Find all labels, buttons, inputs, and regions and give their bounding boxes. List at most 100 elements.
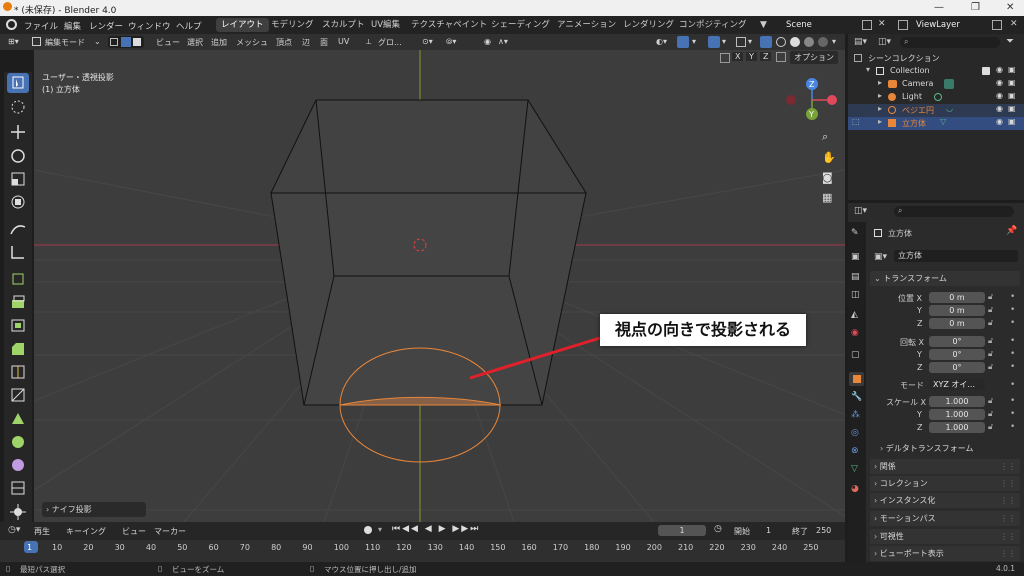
menu-vertex[interactable]: 頂点 (276, 37, 292, 48)
tool-annotate[interactable] (7, 219, 29, 239)
outliner-item-bezier-circle[interactable]: ▸ ベジエ円 ◡ ◉ ▣ (848, 104, 1024, 117)
drag-handle-icon[interactable]: ⋮⋮ (1000, 493, 1016, 508)
delete-scene-icon[interactable]: ✕ (878, 19, 886, 29)
overlay-toggle-icon[interactable] (708, 36, 720, 48)
tool-loop-cut[interactable] (7, 362, 29, 382)
keyframe-dot-icon[interactable]: • (1010, 409, 1015, 419)
menu-add[interactable]: 追加 (211, 37, 227, 48)
eye-icon[interactable]: ◉ (996, 78, 1003, 87)
chevron-down-icon[interactable]: ⌄ (94, 37, 101, 46)
gizmo-toggle-icon[interactable] (677, 36, 689, 48)
camera-render-icon[interactable]: ▣ (1008, 78, 1016, 87)
tab-rendering[interactable]: レンダリング (618, 18, 679, 32)
menu-edge[interactable]: 辺 (302, 37, 310, 48)
menu-file[interactable]: ファイル (24, 20, 58, 32)
output-tab-icon[interactable]: ▤ (851, 272, 860, 282)
world-tab-icon[interactable]: ◉ (851, 328, 859, 338)
zoom-icon[interactable]: ⌕ (822, 130, 828, 144)
menu-select[interactable]: 選択 (187, 37, 203, 48)
visibility-panel-header[interactable]: › 可視性 ⋮⋮ (870, 529, 1020, 544)
filter-icon[interactable]: ⏷ (1006, 36, 1014, 47)
location-x-field[interactable]: 0 m (929, 292, 985, 303)
delete-view-layer-icon[interactable]: ✕ (1010, 19, 1018, 29)
blender-menu-icon[interactable] (6, 19, 17, 30)
lock-icon[interactable]: 🔓︎ (988, 318, 993, 328)
lock-icon[interactable]: 🔓︎ (988, 409, 993, 419)
collections-panel-header[interactable]: › コレクション ⋮⋮ (870, 476, 1020, 491)
tab-modeling[interactable]: モデリング (266, 18, 319, 32)
tool-add-cube[interactable] (7, 268, 29, 288)
navigation-gizmo[interactable]: Z Y (786, 78, 837, 120)
view-layer-icon[interactable] (898, 20, 908, 30)
chevron-down-icon[interactable]: ▾ (866, 65, 870, 74)
edit-mode-indicator-icon[interactable]: ⬚ (852, 117, 860, 126)
tab-layout[interactable]: レイアウト (216, 18, 269, 32)
camera-render-icon[interactable]: ▣ (1008, 91, 1016, 100)
operator-panel[interactable]: › ナイフ投影 (42, 502, 146, 517)
rotation-y-field[interactable]: 0° (929, 349, 985, 360)
visibility-icon[interactable]: ◐▾ (656, 37, 667, 46)
start-frame-field[interactable]: 1 (766, 526, 771, 535)
tab-sculpt[interactable]: スカルプト (317, 18, 370, 32)
lock-icon[interactable]: 🔓︎ (988, 396, 993, 406)
end-frame-field[interactable]: 250 (816, 526, 831, 535)
object-tab-icon[interactable] (849, 372, 864, 386)
tab-animation[interactable]: アニメーション (552, 18, 621, 32)
mirror-z-toggle[interactable]: Z (760, 52, 772, 61)
data-tab-icon[interactable]: ▽ (851, 464, 858, 474)
rotation-mode-dropdown[interactable]: XYZ オイ... (929, 379, 985, 390)
menu-view[interactable]: ビュー (156, 37, 180, 48)
keyframe-dot-icon[interactable]: • (1010, 305, 1015, 315)
scale-x-field[interactable]: 1.000 (929, 396, 985, 407)
physics-tab-icon[interactable]: ◎ (851, 428, 859, 438)
mirror-icon[interactable] (720, 53, 730, 63)
new-scene-icon[interactable] (862, 20, 872, 30)
grid-perspective-icon[interactable]: ▦ (822, 191, 832, 204)
auto-keying-icon[interactable] (364, 526, 372, 534)
mesh-edit-overlay-icon[interactable] (736, 37, 746, 47)
properties-editor-icon[interactable]: ◫▾ (854, 206, 867, 216)
motion-paths-panel-header[interactable]: › モーションパス ⋮⋮ (870, 511, 1020, 526)
pin-icon[interactable]: 📌 (1006, 226, 1017, 236)
constraints-tab-icon[interactable]: ⊗ (851, 446, 859, 456)
location-z-field[interactable]: 0 m (929, 318, 985, 329)
falloff-icon[interactable]: ∧▾ (498, 37, 508, 46)
tool-smooth[interactable] (7, 455, 29, 475)
chevron-right-icon[interactable]: ▸ (878, 91, 882, 100)
outliner-search[interactable]: ⌕ (900, 37, 1000, 48)
eye-icon[interactable]: ◉ (996, 117, 1003, 126)
menu-marker[interactable]: マーカー (154, 526, 186, 537)
tool-extrude[interactable] (7, 292, 29, 312)
tool-transform[interactable] (7, 192, 29, 212)
rotation-z-field[interactable]: 0° (929, 362, 985, 373)
outliner-item-camera[interactable]: ▸ Camera ◉ ▣ (848, 78, 1024, 91)
solid-shading-icon[interactable] (790, 37, 800, 47)
keyframe-dot-icon[interactable]: • (1010, 318, 1015, 328)
keyframe-dot-icon[interactable]: • (1010, 292, 1015, 302)
outliner-item-light[interactable]: ▸ Light ◉ ▣ (848, 91, 1024, 104)
outliner-item-collection[interactable]: ▾ Collection ◉ ▣ (848, 65, 1024, 78)
tool-measure[interactable] (7, 242, 29, 262)
keyframe-dot-icon[interactable]: • (1010, 349, 1015, 359)
chevron-right-icon[interactable]: ▸ (878, 78, 882, 87)
pan-hand-icon[interactable]: ✋ (822, 151, 836, 164)
face-select-icon[interactable] (133, 38, 141, 46)
camera-render-icon[interactable]: ▣ (1008, 65, 1016, 74)
properties-search[interactable]: ⌕ (894, 206, 1014, 217)
close-icon[interactable]: ✕ (1006, 2, 1014, 13)
chevron-right-icon[interactable]: ▸ (878, 104, 882, 113)
overlay-dropdown-icon[interactable]: ▾ (722, 37, 726, 46)
render-tab-icon[interactable]: ▣ (851, 252, 860, 262)
menu-view[interactable]: ビュー (122, 526, 146, 537)
scale-z-field[interactable]: 1.000 (929, 422, 985, 433)
material-shading-icon[interactable] (804, 37, 814, 47)
lock-icon[interactable]: 🔓︎ (988, 305, 993, 315)
transform-orientation-icon[interactable]: ⟂ (366, 37, 371, 47)
tool-tab-icon[interactable]: ✎ (851, 228, 859, 238)
object-browse-icon[interactable]: ▣▾ (874, 252, 887, 262)
keyframe-dot-icon[interactable]: • (1010, 336, 1015, 346)
lock-icon[interactable]: 🔓︎ (988, 422, 993, 432)
menu-face[interactable]: 面 (320, 37, 328, 48)
rotation-x-field[interactable]: 0° (929, 336, 985, 347)
options-dropdown[interactable]: オプション (790, 51, 838, 64)
